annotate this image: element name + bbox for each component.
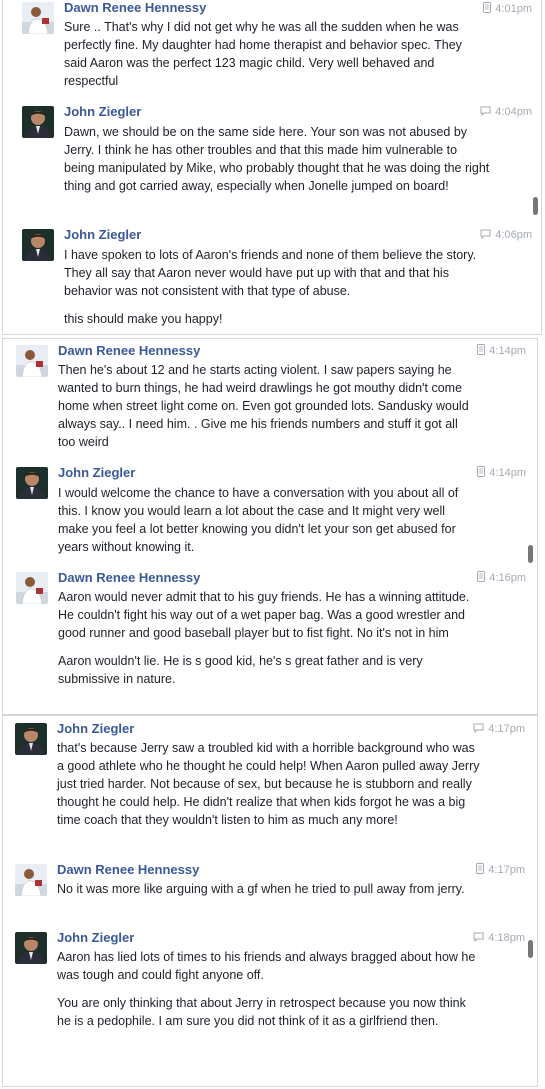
timestamp: 4:18pm	[473, 931, 525, 946]
phone-icon	[477, 571, 486, 586]
scrollbar-thumb[interactable]	[528, 940, 533, 958]
avatar[interactable]	[15, 932, 47, 964]
sender-name[interactable]: John Ziegler	[58, 465, 135, 481]
message-body: Then he's about 12 and he starts acting …	[58, 361, 478, 451]
message-body: I would welcome the chance to have a con…	[58, 484, 478, 556]
message: Dawn Renee Hennessy 4:14pm Then he's abo…	[16, 343, 526, 455]
message-text: Aaron wouldn't lie. He is s good kid, he…	[58, 654, 423, 686]
message: John Ziegler 4:18pm Aaron has lied lots …	[15, 930, 525, 1060]
phone-icon	[477, 344, 486, 359]
message-body: Dawn, we should be on the same side here…	[64, 123, 490, 195]
phone-icon	[477, 466, 486, 481]
message-text: No it was more like arguing with a gf wh…	[57, 882, 465, 896]
phone-icon	[483, 2, 492, 17]
avatar[interactable]	[16, 467, 48, 499]
timestamp: 4:04pm	[480, 105, 532, 120]
chat-icon	[480, 229, 491, 243]
scrollbar-thumb[interactable]	[533, 197, 538, 215]
sender-name[interactable]: Dawn Renee Hennessy	[58, 570, 200, 586]
timestamp: 4:17pm	[476, 863, 525, 878]
avatar[interactable]	[16, 572, 48, 604]
chat-icon	[473, 723, 484, 737]
sender-name[interactable]: Dawn Renee Hennessy	[57, 862, 199, 878]
chat-icon	[473, 932, 484, 946]
message-text: Dawn, we should be on the same side here…	[64, 125, 490, 193]
message-body: I have spoken to lots of Aaron's friends…	[64, 246, 494, 328]
avatar[interactable]	[22, 106, 54, 138]
message-body: Sure .. That's why I did not get why he …	[64, 18, 484, 90]
sender-name[interactable]: John Ziegler	[64, 227, 141, 243]
sender-name[interactable]: John Ziegler	[64, 104, 141, 120]
timestamp: 4:01pm	[483, 2, 532, 17]
message-text: You are only thinking that about Jerry i…	[57, 996, 466, 1028]
message: Dawn Renee Hennessy 4:16pm Aaron would n…	[16, 570, 526, 710]
timestamp: 4:17pm	[473, 722, 525, 737]
timestamp: 4:14pm	[477, 344, 526, 359]
message: Dawn Renee Hennessy 4:01pm Sure .. That'…	[22, 0, 532, 118]
message-text: I would welcome the chance to have a con…	[58, 486, 459, 554]
message-body: Aaron would never admit that to his guy …	[58, 588, 473, 688]
scrollbar-thumb[interactable]	[528, 545, 533, 563]
message: John Ziegler 4:14pm I would welcome the …	[16, 465, 526, 561]
message: John Ziegler 4:04pm Dawn, we should be o…	[22, 104, 532, 219]
phone-icon	[476, 863, 485, 878]
sender-name[interactable]: John Ziegler	[57, 721, 134, 737]
avatar[interactable]	[16, 345, 48, 377]
timestamp: 4:16pm	[477, 571, 526, 586]
message: Dawn Renee Hennessy 4:17pm No it was mor…	[15, 862, 525, 922]
avatar[interactable]	[22, 229, 54, 261]
message-text: I have spoken to lots of Aaron's friends…	[64, 248, 477, 298]
message-body: that's because Jerry saw a troubled kid …	[57, 739, 482, 829]
timestamp: 4:14pm	[477, 466, 526, 481]
message-text: Aaron would never admit that to his guy …	[58, 590, 470, 640]
message-text: that's because Jerry saw a troubled kid …	[57, 741, 480, 827]
message-body: Aaron has lied lots of times to his frie…	[57, 948, 482, 1030]
avatar[interactable]	[15, 723, 47, 755]
message-body: No it was more like arguing with a gf wh…	[57, 880, 477, 898]
timestamp: 4:06pm	[480, 228, 532, 243]
message-text: Aaron has lied lots of times to his frie…	[57, 950, 476, 982]
sender-name[interactable]: Dawn Renee Hennessy	[58, 343, 200, 359]
avatar[interactable]	[15, 864, 47, 896]
sender-name[interactable]: John Ziegler	[57, 930, 134, 946]
chat-icon	[480, 106, 491, 120]
message: John Ziegler 4:17pm that's because Jerry…	[15, 721, 525, 851]
message-text: this should make you happy!	[64, 312, 223, 326]
message-text: Then he's about 12 and he starts acting …	[58, 363, 469, 449]
avatar[interactable]	[22, 2, 54, 34]
message: John Ziegler 4:06pm I have spoken to lot…	[22, 227, 532, 332]
sender-name[interactable]: Dawn Renee Hennessy	[64, 0, 206, 16]
message-text: Sure .. That's why I did not get why he …	[64, 20, 462, 88]
